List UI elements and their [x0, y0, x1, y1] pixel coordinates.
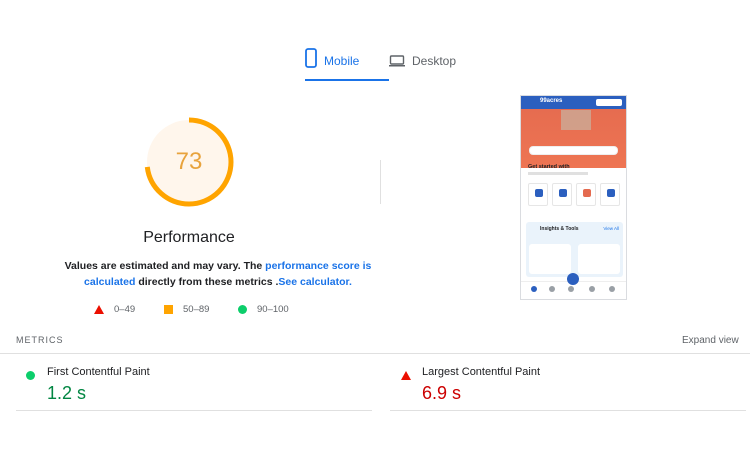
metric-value: 1.2 s [47, 383, 87, 403]
monitor-icon [389, 54, 405, 72]
legend-average: 50–89 [164, 304, 209, 315]
legend-average-label: 50–89 [183, 304, 210, 315]
green-circle-icon [238, 305, 247, 314]
smartphone-icon [305, 48, 317, 73]
metric-divider [390, 410, 746, 411]
screenshot-fab [567, 273, 579, 285]
screenshot-locality-card [578, 244, 620, 274]
screenshot-price-trends-card [529, 244, 571, 274]
note-text-middle: directly from these metrics . [135, 276, 279, 288]
screenshot-post-button [596, 99, 622, 106]
tab-desktop-label: Desktop [412, 54, 457, 68]
screenshot-card [600, 183, 620, 206]
metric-first-contentful-paint: First Contentful Paint 1.2 s [16, 363, 372, 411]
screenshot-search-bar [529, 146, 618, 155]
page-screenshot-thumbnail[interactable]: 99acres Get started with Insights & Tool… [520, 95, 627, 300]
expand-view-toggle[interactable]: Expand view [682, 335, 739, 346]
screenshot-insights-title: Insights & Tools [540, 226, 579, 232]
metric-largest-contentful-paint: Largest Contentful Paint 6.9 s [390, 363, 746, 411]
screenshot-buildings-image [561, 110, 591, 130]
red-triangle-icon [94, 305, 104, 314]
metrics-header: METRICS [16, 335, 64, 345]
metric-name: First Contentful Paint [47, 366, 150, 378]
tab-mobile[interactable]: Mobile [305, 48, 389, 82]
orange-square-icon [164, 305, 173, 314]
performance-gauge: 73 [142, 115, 236, 209]
metric-divider [16, 410, 372, 411]
screenshot-subtext [528, 172, 588, 175]
tab-mobile-label: Mobile [324, 54, 360, 68]
metrics-top-rule [0, 353, 750, 354]
note-text-start: Values are estimated and may vary. The [64, 260, 266, 272]
screenshot-topbar: 99acres [521, 96, 626, 109]
screenshot-card [552, 183, 572, 206]
estimate-note: Values are estimated and may vary. The p… [38, 258, 398, 290]
screenshot-brand-logo: 99acres [540, 98, 563, 104]
metric-value: 6.9 s [422, 383, 462, 403]
performance-score: 73 [175, 148, 203, 175]
screenshot-card [528, 183, 548, 206]
tab-desktop[interactable]: Desktop [389, 48, 469, 82]
vertical-divider [380, 160, 381, 204]
performance-title: Performance [143, 229, 235, 246]
screenshot-heading: Get started with [528, 164, 570, 170]
green-circle-icon [26, 367, 35, 385]
legend-good-label: 90–100 [257, 304, 289, 315]
screenshot-view-all: View All [603, 226, 619, 231]
screenshot-insights-panel: Insights & Tools View All [526, 222, 623, 277]
score-legend: 0–49 50–89 90–100 [0, 304, 378, 318]
active-tab-indicator [305, 79, 389, 81]
legend-poor: 0–49 [94, 304, 135, 315]
see-calculator-link[interactable]: See calculator. [278, 276, 352, 288]
legend-poor-label: 0–49 [114, 304, 136, 315]
red-triangle-icon [401, 367, 411, 385]
legend-good: 90–100 [238, 304, 289, 315]
metric-name: Largest Contentful Paint [422, 366, 541, 378]
device-tabs: Mobile Desktop [0, 48, 750, 82]
screenshot-card [576, 183, 596, 206]
